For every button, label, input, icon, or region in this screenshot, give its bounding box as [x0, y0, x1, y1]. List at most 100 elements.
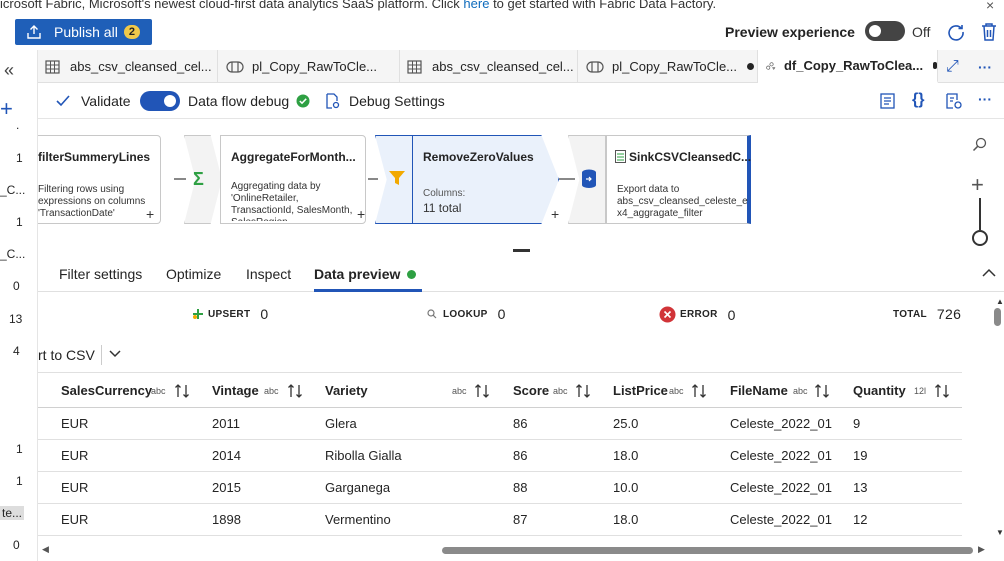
data-flow-debug-toggle[interactable]: Data flow debug — [140, 83, 310, 119]
cell-variety: Garganega — [325, 480, 391, 495]
sort-icon[interactable] — [691, 383, 707, 399]
code-view-icon[interactable] — [879, 92, 897, 110]
cell-sales-currency: EUR — [61, 448, 89, 463]
refresh-icon[interactable] — [946, 22, 966, 42]
node-aggregate-for-month[interactable]: AggregateForMonth... Aggregating data by… — [220, 135, 366, 224]
column-header[interactable]: SalesCurrency — [61, 373, 152, 409]
tab-dataset-2[interactable]: abs_csv_cleansed_cel... — [400, 50, 578, 83]
banner-text-end: to get started with Fabric Data Factory. — [489, 0, 717, 11]
sort-icon[interactable] — [934, 383, 950, 399]
zoom-slider-track[interactable] — [979, 198, 981, 230]
add-step-button[interactable]: + — [146, 206, 154, 222]
vertical-scrollbar[interactable] — [994, 308, 1001, 326]
chevron-down-icon[interactable] — [109, 350, 121, 358]
tab-dataset-1[interactable]: abs_csv_cleansed_cel... — [38, 50, 218, 83]
table-row[interactable]: EUR 2014 Ribolla Gialla 86 18.0 Celeste_… — [38, 440, 962, 472]
debug-settings-button[interactable]: Debug Settings — [324, 83, 445, 119]
expand-icon[interactable]: ⤢ — [946, 50, 970, 83]
tab-optimize[interactable]: Optimize — [166, 266, 221, 282]
debug-toggle-switch[interactable] — [140, 91, 180, 111]
rail-item: 4 — [13, 344, 20, 358]
debug-on-status-icon — [296, 94, 310, 108]
rail-item: . — [16, 118, 20, 132]
collapse-icon[interactable]: « — [4, 60, 14, 81]
banner-link[interactable]: here — [463, 0, 489, 11]
debug-settings-icon — [326, 93, 340, 109]
sort-icon[interactable] — [474, 383, 490, 399]
node-description: Filtering rows using expressions on colu… — [38, 184, 146, 219]
column-type: abc — [151, 386, 166, 396]
table-row[interactable]: EUR 2011 Glera 86 25.0 Celeste_2022_01 9 — [38, 408, 962, 440]
toolbar-more-icon[interactable]: ··· — [978, 91, 992, 107]
tab-pipeline-1[interactable]: pl_Copy_RawToCle... — [218, 50, 400, 83]
canvas-tools: + — [962, 130, 998, 250]
scroll-up-arrow-icon[interactable]: ▲ — [996, 297, 1004, 306]
tab-filter-settings[interactable]: Filter settings — [59, 266, 142, 282]
sort-icon[interactable] — [174, 383, 190, 399]
tab-dataflow[interactable]: df_Copy_RawToClea... — [758, 50, 938, 83]
column-header[interactable]: Quantity — [853, 373, 906, 409]
checkmark-icon — [56, 95, 70, 107]
json-braces-icon[interactable]: {} — [912, 91, 924, 109]
column-header[interactable]: Score — [513, 373, 549, 409]
total-label: TOTAL — [893, 308, 927, 320]
tab-inspect[interactable]: Inspect — [246, 266, 291, 282]
top-bar: Publish all 2 Preview experience Off — [0, 14, 1004, 50]
add-step-button[interactable]: + — [357, 206, 365, 222]
add-step-button[interactable]: + — [551, 206, 559, 222]
node-sink-csv-cleansed[interactable]: SinkCSVCleansedC... Export data to abs_c… — [606, 135, 751, 224]
node-columns-label: Columns: — [423, 188, 466, 199]
debug-label: Data flow debug — [188, 93, 290, 109]
preview-experience-label: Preview experience — [725, 24, 855, 40]
export-to-csv-dropdown[interactable]: rt to CSV — [38, 340, 238, 370]
zoom-slider-handle[interactable] — [972, 230, 988, 246]
rail-item-selected[interactable]: te... — [0, 506, 25, 520]
cell-list-price: 18.0 — [613, 512, 639, 527]
column-header[interactable]: FileName — [730, 373, 788, 409]
sink-file-icon — [615, 150, 626, 163]
node-remove-zero-values[interactable]: RemoveZeroValues Columns: 11 total — [412, 135, 559, 224]
validate-button[interactable]: Validate — [56, 83, 131, 119]
dataset-icon — [407, 59, 422, 74]
column-header[interactable]: Vintage — [212, 373, 259, 409]
collapse-panel-chevron-up-icon[interactable] — [982, 268, 996, 278]
banner-close-icon[interactable]: × — [986, 0, 994, 13]
dataflow-icon — [766, 61, 776, 70]
publish-all-button[interactable]: Publish all 2 — [15, 19, 152, 45]
sort-icon[interactable] — [287, 383, 303, 399]
cell-score: 86 — [513, 416, 528, 431]
total-stat: TOTAL 726 — [893, 306, 961, 322]
table-row[interactable]: EUR 1898 Vermentino 87 18.0 Celeste_2022… — [38, 504, 962, 536]
rail-item: 1 — [16, 442, 23, 456]
panel-splitter-handle[interactable] — [513, 249, 530, 252]
zoom-in-icon[interactable]: + — [971, 172, 984, 198]
scroll-left-arrow-icon[interactable]: ◀ — [42, 544, 49, 555]
sort-icon[interactable] — [575, 383, 591, 399]
horizontal-scroll-thumb[interactable] — [442, 547, 973, 554]
table-row[interactable]: EUR 2015 Garganega 88 10.0 Celeste_2022_… — [38, 472, 962, 504]
node-filter-summery-lines[interactable]: filterSummeryLines Filtering rows using … — [38, 135, 161, 224]
bottom-panel-tabs: Filter settings Optimize Inspect Data pr… — [38, 256, 1004, 292]
cell-file-name: Celeste_2022_01 — [730, 512, 832, 527]
tab-data-preview[interactable]: Data preview — [314, 266, 400, 282]
tabs-more-icon[interactable]: ··· — [978, 50, 1002, 83]
scroll-right-arrow-icon[interactable]: ▶ — [978, 544, 985, 555]
column-header[interactable]: ListPrice — [613, 373, 668, 409]
add-icon[interactable]: + — [0, 96, 13, 122]
unsaved-dot-icon — [933, 62, 937, 69]
node-description: Aggregating data by 'OnlineRetailer, Tra… — [231, 181, 353, 221]
column-header[interactable]: Variety — [325, 373, 368, 409]
properties-icon[interactable] — [945, 92, 963, 110]
cell-vintage: 2011 — [212, 416, 240, 431]
node-columns-value: 11 total — [423, 201, 462, 215]
lookup-search-icon — [427, 309, 437, 319]
preview-experience-toggle[interactable] — [865, 21, 905, 41]
tab-pipeline-2[interactable]: pl_Copy_RawToCle... — [578, 50, 758, 83]
cell-file-name: Celeste_2022_01 — [730, 480, 832, 495]
upsert-label: UPSERT — [208, 308, 251, 320]
horizontal-scrollbar[interactable]: ◀ ▶ — [38, 544, 990, 556]
canvas-search-icon[interactable] — [972, 137, 988, 153]
scroll-down-arrow-icon[interactable]: ▼ — [996, 528, 1004, 537]
sort-icon[interactable] — [814, 383, 830, 399]
discard-icon[interactable] — [980, 22, 998, 42]
